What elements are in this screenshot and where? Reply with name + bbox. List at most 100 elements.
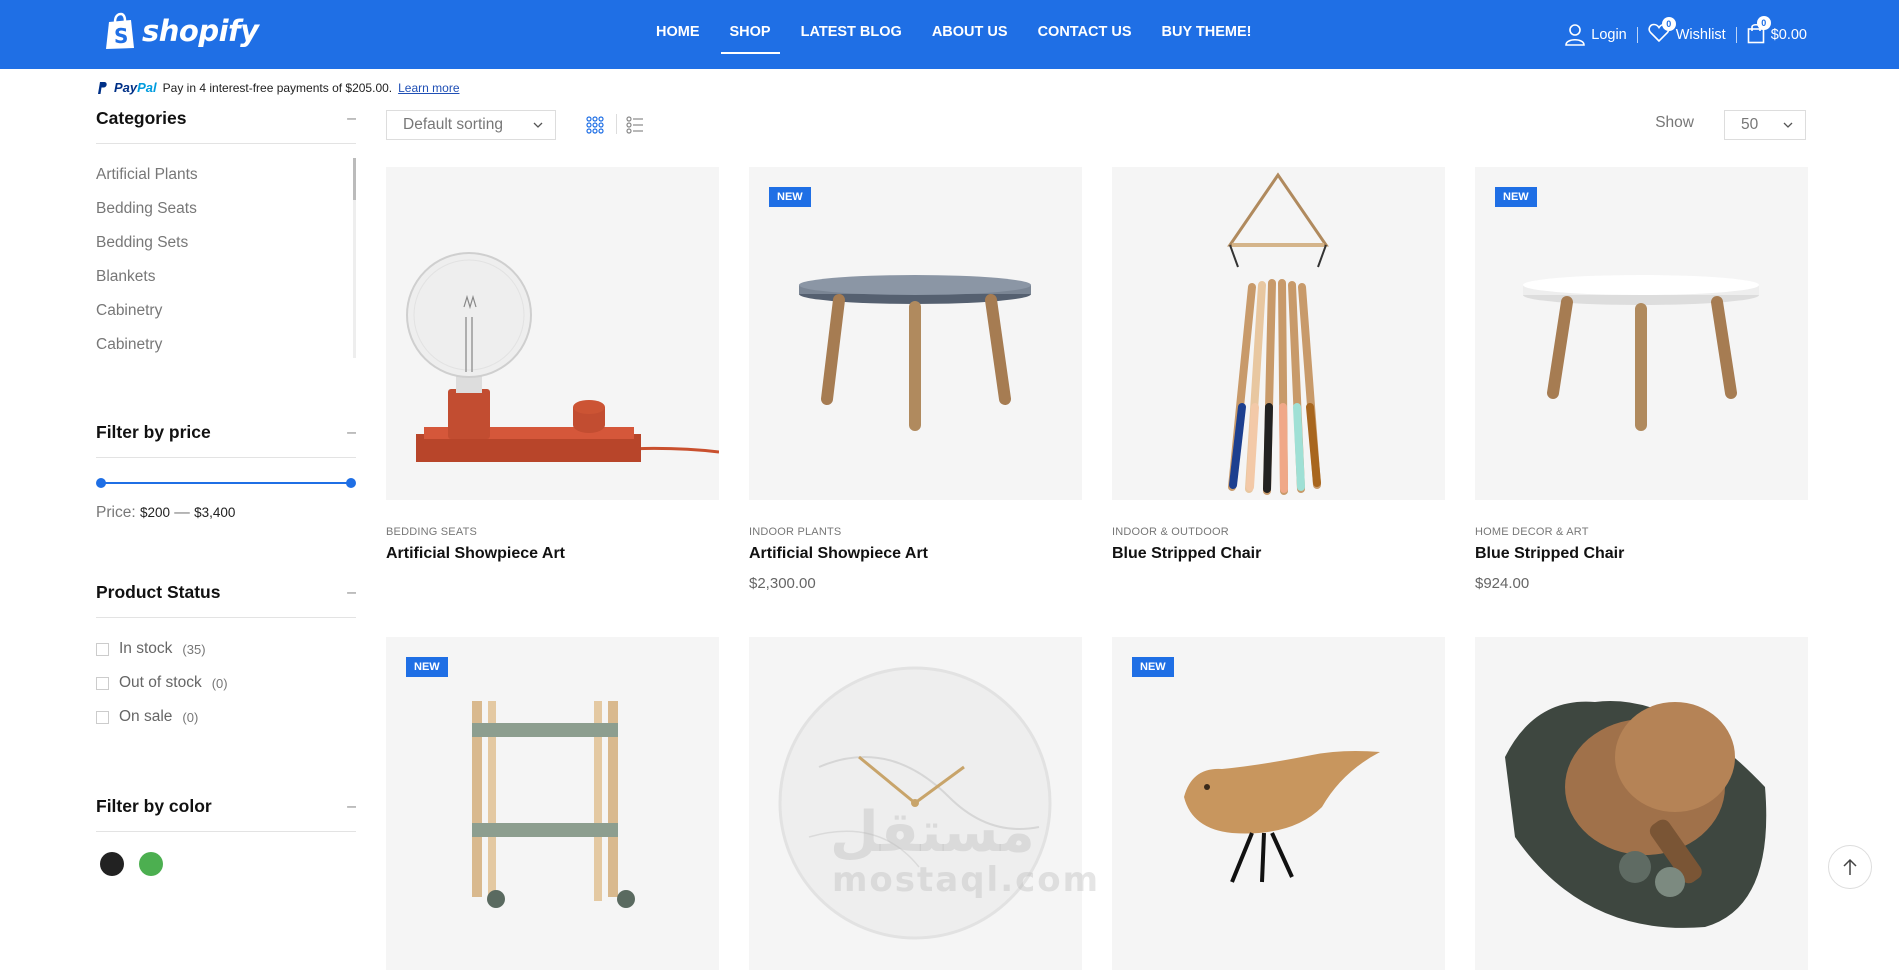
arrow-up-icon [1843,858,1857,875]
wishlist-count-badge: 0 [1661,17,1676,31]
paypal-message: Pay in 4 interest-free payments of $205.… [162,80,393,95]
nav-contact-us[interactable]: CONTACT US [1038,24,1132,54]
product-title[interactable]: Blue Stripped Chair [1112,545,1445,563]
product-title[interactable]: Blue Stripped Chair [1475,545,1808,563]
checkbox[interactable] [96,676,109,690]
category-scrollbar[interactable] [353,158,356,358]
chevron-down-icon [533,111,543,149]
main-nav: HOME SHOP LATEST BLOG ABOUT US CONTACT U… [656,24,1252,54]
range-track [101,482,351,484]
range-min-handle[interactable] [96,478,106,488]
divider [616,114,617,134]
product-card[interactable]: BEDDING SEATS Artificial Showpiece Art [386,167,719,563]
price-dash: — [174,504,190,521]
user-icon [1565,24,1586,46]
trolley-image [472,701,635,908]
price-min: $200 [139,505,170,520]
product-title[interactable]: Artificial Showpiece Art [386,545,719,563]
cart-link[interactable]: 0 $0.00 [1747,16,1807,48]
color-swatch-black[interactable] [100,852,124,876]
back-to-top-button[interactable] [1828,845,1872,889]
price-range-slider[interactable] [96,478,356,488]
category-item[interactable]: Cabinetry [96,294,356,328]
category-item[interactable]: Artificial Plants [96,158,356,192]
product-category[interactable]: BEDDING SEATS [386,526,719,538]
status-count: (35) [182,641,206,657]
product-title[interactable]: Artificial Showpiece Art [749,545,1082,563]
nav-about-us[interactable]: ABOUT US [932,24,1008,54]
product-image[interactable] [1475,637,1808,970]
status-on-sale[interactable]: On sale (0) [96,700,356,734]
status-label: On sale [119,708,173,725]
nav-buy-theme[interactable]: BUY THEME! [1162,24,1252,54]
scrollbar-thumb[interactable] [353,158,356,200]
paypal-logo: PayPal [114,80,157,95]
product-price: $2,300.00 [749,575,816,592]
category-item[interactable]: Cabinetry [96,328,356,362]
product-image[interactable] [1112,167,1445,500]
price-label: Price: [96,504,136,521]
bird-image [1184,751,1380,883]
color-filter-title: Filter by color [96,796,212,816]
product-category[interactable]: INDOOR PLANTS [749,526,1082,538]
grid-view-icon[interactable] [586,116,604,134]
product-card[interactable]: NEW [1112,637,1445,970]
per-page-select[interactable]: 50 [1724,110,1806,140]
category-list: Artificial Plants Bedding Seats Bedding … [96,158,356,358]
new-badge: NEW [406,657,448,677]
login-link[interactable]: Login [1565,24,1627,46]
product-image[interactable] [386,167,719,500]
product-image[interactable]: NEW [386,637,719,970]
product-image[interactable]: NEW [1475,167,1808,500]
price-filter-header[interactable]: Filter by price – [96,422,356,458]
collapse-icon[interactable]: – [347,798,356,816]
top-header: S shopify HOME SHOP LATEST BLOG ABOUT US… [0,0,1899,69]
nav-home[interactable]: HOME [656,24,700,54]
pingpong-image [1505,701,1767,928]
product-card[interactable]: INDOOR & OUTDOOR Blue Stripped Chair [1112,167,1445,563]
range-max-handle[interactable] [346,478,356,488]
wishlist-icon-wrap: 0 [1648,17,1676,47]
collapse-icon[interactable]: – [347,110,356,128]
product-card[interactable]: NEW INDOOR PLANTS Artificial Showpiece A… [749,167,1082,592]
collapse-icon[interactable]: – [347,424,356,442]
paypal-p-icon [98,81,107,94]
product-status-header[interactable]: Product Status – [96,582,356,618]
show-label: Show [1655,114,1694,131]
nav-shop[interactable]: SHOP [720,24,780,54]
cart-icon-wrap: 0 [1747,16,1771,48]
product-card[interactable]: NEW [386,637,719,970]
wishlist-link[interactable]: 0 Wishlist [1648,17,1726,47]
cart-count-badge: 0 [1756,16,1771,30]
categories-header[interactable]: Categories – [96,108,356,144]
checkbox[interactable] [96,642,109,656]
sort-value: Default sorting [403,116,503,133]
shopping-bag-logo-icon: S [106,12,134,49]
checkbox[interactable] [96,710,109,724]
product-card[interactable]: NEW HOME DECOR & ART Blue Stripped Chair… [1475,167,1808,592]
category-item[interactable]: Bedding Sets [96,226,356,260]
sort-select[interactable]: Default sorting [386,110,556,140]
product-image[interactable]: NEW [749,167,1082,500]
nav-latest-blog[interactable]: LATEST BLOG [801,24,902,54]
product-category[interactable]: INDOOR & OUTDOOR [1112,526,1445,538]
color-swatches [96,852,356,876]
pencils-image [1227,172,1329,495]
status-in-stock[interactable]: In stock (35) [96,632,356,666]
collapse-icon[interactable]: – [347,584,356,602]
shopify-logo[interactable]: S shopify [104,12,259,50]
paypal-learn-more-link[interactable]: Learn more [398,81,459,95]
color-swatch-green[interactable] [139,852,163,876]
status-list: In stock (35) Out of stock (0) On sale (… [96,632,356,734]
status-out-of-stock[interactable]: Out of stock (0) [96,666,356,700]
product-card[interactable] [1475,637,1808,970]
watermark-url: mostaql.com [832,860,1101,900]
category-item[interactable]: Blankets [96,260,356,294]
color-filter-header[interactable]: Filter by color – [96,796,356,832]
product-category[interactable]: HOME DECOR & ART [1475,526,1808,538]
product-image[interactable]: NEW [1112,637,1445,970]
list-view-icon[interactable] [626,116,644,134]
category-item[interactable]: Bedding Seats [96,192,356,226]
status-count: (0) [211,675,228,691]
watermark-arabic: مستقل [830,800,1035,865]
